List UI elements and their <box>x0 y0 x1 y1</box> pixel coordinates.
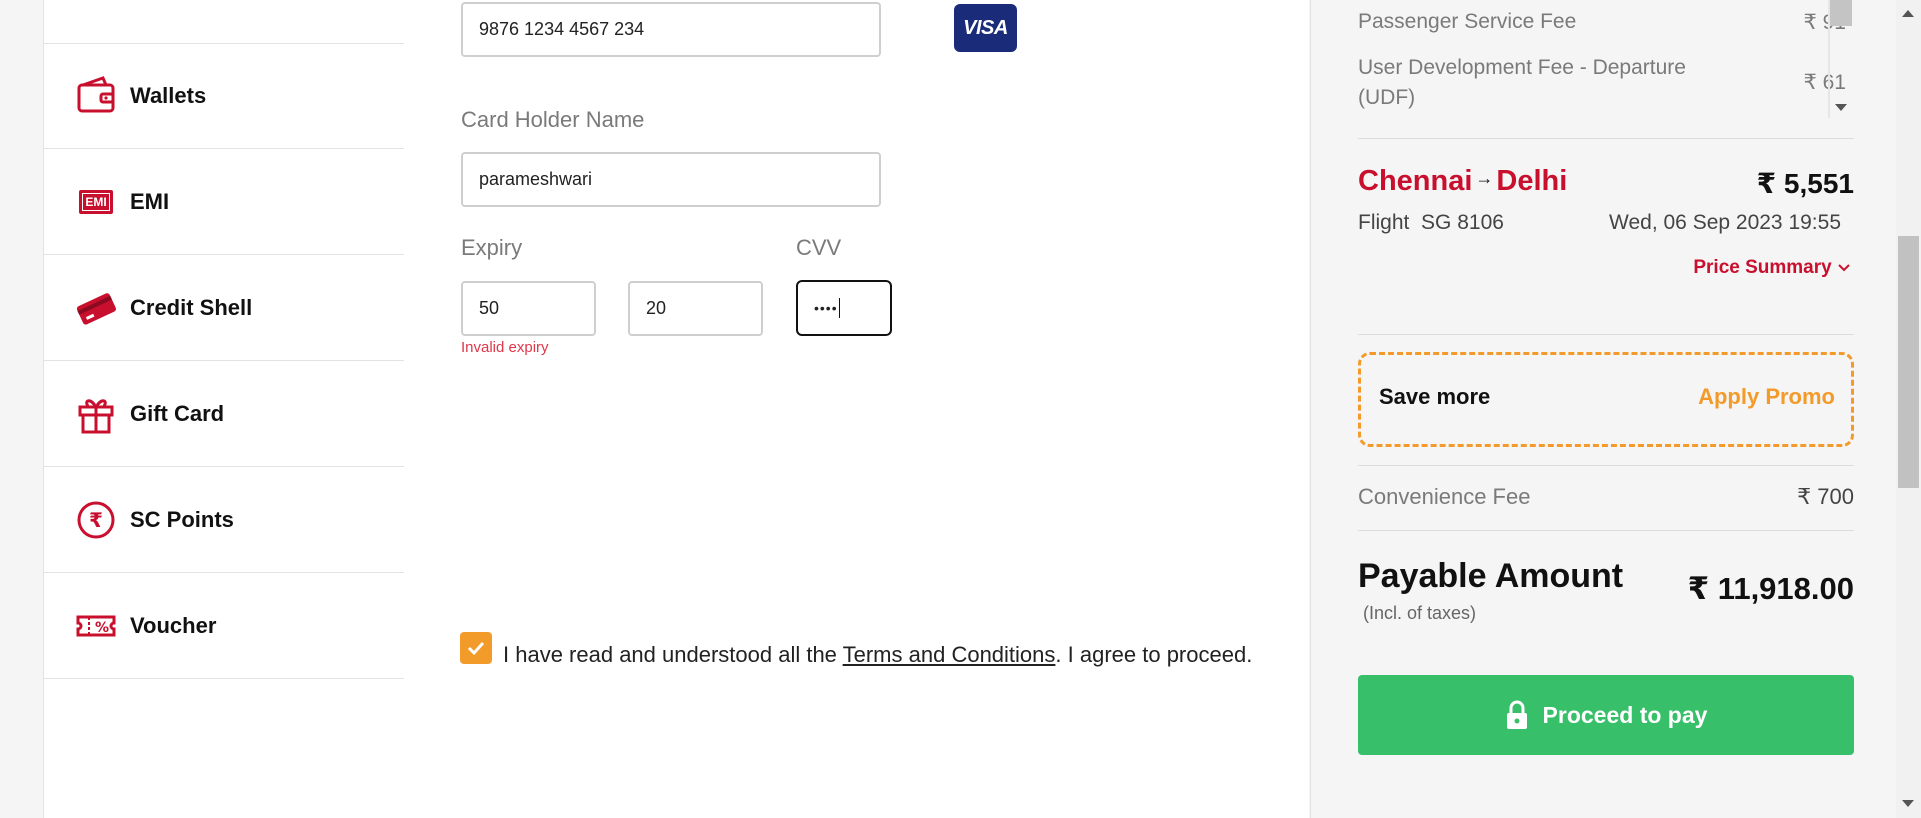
fee-amount-udf: ₹ 61 <box>1803 71 1846 94</box>
cvv-label: CVV <box>796 235 842 260</box>
terms-text: I have read and understood all the Terms… <box>503 638 1283 671</box>
payable-sub-label: (Incl. of taxes) <box>1363 603 1477 623</box>
card-holder-label: Card Holder Name <box>461 107 645 132</box>
terms-link[interactable]: Terms and Conditions <box>843 642 1056 667</box>
fee-row-udf: User Development Fee - Departure (UDF) <box>1358 53 1738 113</box>
divider <box>1358 334 1854 335</box>
trip-route: Chennai → Delhi <box>1358 165 1567 198</box>
sidebar-item-sc-points[interactable]: ₹ SC Points <box>44 467 404 573</box>
cvv-value: •••• <box>814 300 838 316</box>
emi-icon: EMI <box>74 180 118 224</box>
proceed-to-pay-button[interactable]: Proceed to pay <box>1358 675 1854 755</box>
visa-logo-text: VISA <box>963 16 1008 39</box>
payment-methods-sidebar: Wallets EMI EMI Credit Shell Gift Card ₹… <box>43 0 405 818</box>
sidebar-item-label: SC Points <box>130 506 234 532</box>
convenience-fee-label: Convenience Fee <box>1358 484 1531 509</box>
divider <box>1358 530 1854 531</box>
proceed-to-pay-label: Proceed to pay <box>1542 701 1708 728</box>
visa-logo: VISA <box>954 4 1017 52</box>
sidebar-item-gift-card[interactable]: Gift Card <box>44 361 404 467</box>
sidebar-item-label: Voucher <box>130 612 217 638</box>
terms-text-before: I have read and understood all the <box>503 642 843 667</box>
route-arrow-icon: → <box>1475 168 1494 188</box>
fee-list-scrollbar-thumb[interactable] <box>1830 0 1852 26</box>
promo-box: Save more Apply Promo <box>1358 352 1854 447</box>
text-cursor <box>838 298 840 318</box>
expiry-year-value: 20 <box>646 298 667 318</box>
sidebar-item-label: Credit Shell <box>130 294 253 320</box>
wallet-icon <box>74 74 118 118</box>
sidebar-item-partial[interactable] <box>44 0 404 44</box>
terms-checkbox[interactable] <box>460 632 492 664</box>
fee-label: Passenger Service Fee <box>1358 10 1577 33</box>
sidebar-item-credit-shell[interactable]: Credit Shell <box>44 255 404 361</box>
expiry-label: Expiry <box>461 235 523 260</box>
page-scrollbar-thumb[interactable] <box>1898 236 1919 488</box>
svg-text:₹: ₹ <box>89 508 103 532</box>
origin-city: Chennai <box>1358 165 1473 197</box>
card-holder-value: parameshwari <box>479 169 593 189</box>
page-scrollbar[interactable] <box>1896 0 1921 818</box>
voucher-icon: % <box>74 604 118 648</box>
gift-icon <box>74 392 118 436</box>
chevron-down-icon <box>1838 264 1850 272</box>
cvv-field[interactable]: •••• <box>796 280 892 336</box>
checkmark-icon <box>467 641 485 656</box>
payable-amount-label: Payable Amount <box>1358 557 1624 595</box>
sidebar-item-label: EMI <box>130 188 170 214</box>
card-payment-panel: 9876 1234 4567 234 VISA Card Holder Name… <box>404 0 1309 818</box>
trip-price: ₹ 5,551 <box>1756 168 1854 199</box>
card-holder-name-field[interactable]: parameshwari <box>461 152 881 207</box>
sidebar-item-voucher[interactable]: % Voucher <box>44 573 404 679</box>
terms-text-after: . I agree to proceed. <box>1055 642 1253 667</box>
apply-promo-link[interactable]: Apply Promo <box>1698 384 1835 410</box>
fee-row-passenger-service: Passenger Service Fee <box>1358 10 1768 34</box>
scroll-down-arrow-icon[interactable] <box>1902 800 1914 807</box>
expiry-month-value: 50 <box>479 298 500 318</box>
flight-label: Flight <box>1358 211 1410 234</box>
fee-label: User Development Fee - Departure (UDF) <box>1358 56 1686 109</box>
expiry-month-field[interactable]: 50 <box>461 281 596 336</box>
expiry-year-field[interactable]: 20 <box>628 281 763 336</box>
price-summary-toggle[interactable]: Price Summary <box>1651 257 1851 279</box>
credit-card-icon <box>74 286 118 330</box>
card-number-value: 9876 1234 4567 234 <box>479 19 645 39</box>
sidebar-item-label: Gift Card <box>130 400 225 426</box>
card-number-field[interactable]: 9876 1234 4567 234 <box>461 2 881 57</box>
divider <box>1358 465 1854 466</box>
divider <box>1358 138 1854 139</box>
sidebar-item-label: Wallets <box>130 82 207 108</box>
flight-number: SG 8106 <box>1421 211 1504 234</box>
scroll-down-arrow-icon[interactable] <box>1835 104 1847 111</box>
destination-city: Delhi <box>1496 165 1568 197</box>
price-summary-label: Price Summary <box>1693 257 1832 278</box>
rupee-coin-icon: ₹ <box>74 498 118 542</box>
convenience-fee-amount: ₹ 700 <box>1797 484 1854 509</box>
expiry-error: Invalid expiry <box>461 339 549 356</box>
scroll-up-arrow-icon[interactable] <box>1902 10 1914 17</box>
emi-badge: EMI <box>79 189 113 214</box>
payable-amount-value: ₹ 11,918.00 <box>1687 571 1854 606</box>
sidebar-item-wallets[interactable]: Wallets <box>44 43 404 149</box>
svg-text:%: % <box>95 620 109 636</box>
lock-icon <box>1506 700 1527 729</box>
sidebar-item-emi[interactable]: EMI EMI <box>44 149 404 255</box>
flight-info: Flight SG 8106 <box>1358 211 1504 235</box>
partial-icon <box>74 0 118 13</box>
flight-datetime: Wed, 06 Sep 2023 19:55 <box>1609 211 1841 234</box>
promo-text: Save more <box>1379 384 1491 409</box>
booking-summary-panel: Passenger Service Fee ₹ 91 User Developm… <box>1310 0 1897 818</box>
